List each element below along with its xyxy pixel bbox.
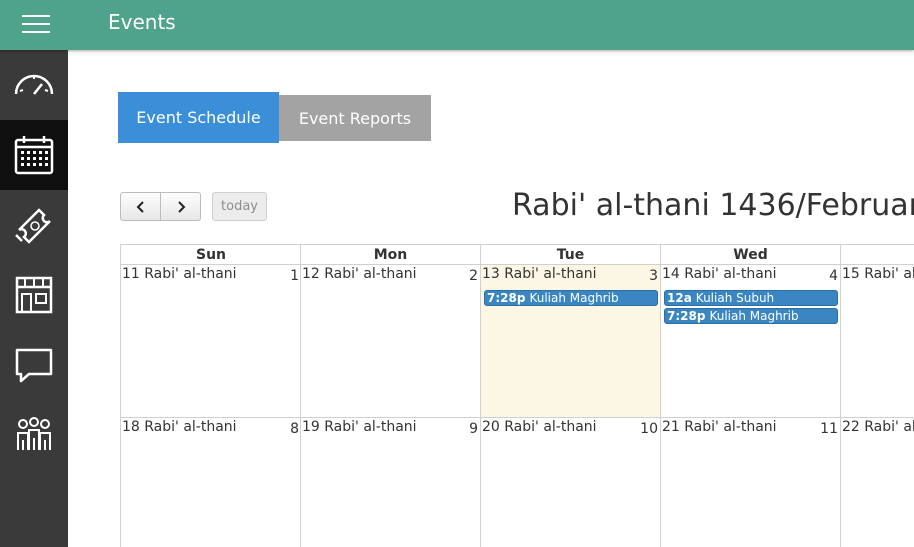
- hamburger-menu-icon[interactable]: [22, 13, 50, 35]
- hijri-date-label: 14 Rabi' al-thani: [662, 266, 777, 282]
- day-cell[interactable]: 20 Rabi' al-thani 10: [480, 418, 660, 547]
- next-button[interactable]: [160, 193, 200, 220]
- day-number[interactable]: 3: [649, 268, 658, 284]
- speedometer-icon: [14, 74, 54, 95]
- day-number[interactable]: 2: [469, 268, 478, 284]
- day-cell[interactable]: 12 Rabi' al-thani 2: [300, 265, 480, 418]
- main-content: Event Schedule Event Reports today Rabi'…: [68, 50, 914, 547]
- sidebar-item-tickets[interactable]: [0, 190, 68, 260]
- sidebar-item-people[interactable]: [0, 400, 68, 470]
- calendar-event[interactable]: 7:28p Kuliah Maghrib: [664, 308, 838, 324]
- day-cell[interactable]: 13 Rabi' al-thani 3 7:28p Kuliah Maghrib: [480, 265, 660, 418]
- day-cell[interactable]: 22 Rabi' al-thani12: [840, 418, 914, 547]
- today-button[interactable]: today: [212, 192, 267, 221]
- day-cell[interactable]: 21 Rabi' al-thani 11: [660, 418, 840, 547]
- day-header-mon: Mon: [300, 244, 480, 265]
- day-header-tue: Tue: [480, 244, 660, 265]
- day-number[interactable]: 4: [829, 268, 838, 284]
- prev-button[interactable]: [121, 193, 160, 220]
- day-header-wed: Wed: [660, 244, 840, 265]
- chevron-left-icon: [136, 200, 144, 213]
- storefront-icon: [15, 276, 53, 314]
- day-cell[interactable]: 18 Rabi' al-thani 8: [120, 418, 301, 547]
- ticket-icon: [15, 208, 51, 244]
- tab-event-reports[interactable]: Event Reports: [279, 95, 431, 141]
- calendar-title: Rabi' al-thani 1436/February: [512, 188, 914, 223]
- day-number[interactable]: 8: [290, 421, 299, 437]
- calendar-grid: SunMonTueWedThu 11 Rabi' al-thani 112 Rabi…: [120, 244, 914, 547]
- event-title: Kuliah Maghrib: [529, 291, 619, 305]
- sidebar: [0, 50, 68, 547]
- people-group-icon: [17, 417, 51, 450]
- day-header-sun: Sun: [120, 244, 301, 265]
- hijri-date-label: 13 Rabi' al-thani: [482, 266, 597, 282]
- chat-bubble-icon: [15, 348, 53, 383]
- day-cell[interactable]: 19 Rabi' al-thani 9: [300, 418, 480, 547]
- calendar-event[interactable]: 7:28p Kuliah Maghrib: [484, 290, 658, 306]
- event-time: 7:28p: [487, 291, 526, 305]
- hijri-date-label: 15 Rabi' al-thani: [842, 266, 914, 282]
- sidebar-item-events[interactable]: [0, 120, 68, 190]
- sidebar-item-store[interactable]: [0, 260, 68, 330]
- top-bar: Events: [0, 0, 914, 50]
- tab-event-schedule[interactable]: Event Schedule: [118, 92, 279, 143]
- day-number[interactable]: 10: [640, 421, 658, 437]
- hijri-date-label: 18 Rabi' al-thani: [122, 419, 237, 435]
- event-title: Kuliah Subuh: [695, 291, 775, 305]
- hijri-date-label: 22 Rabi' al-thani: [842, 419, 914, 435]
- day-number[interactable]: 9: [469, 421, 478, 437]
- day-number[interactable]: 11: [820, 421, 838, 437]
- calendar-event[interactable]: 12a Kuliah Subuh: [664, 290, 838, 306]
- event-time: 7:28p: [667, 309, 706, 323]
- day-cell[interactable]: 11 Rabi' al-thani 1: [120, 265, 301, 418]
- day-cell[interactable]: 15 Rabi' al-thani5: [840, 265, 914, 418]
- day-cell[interactable]: 14 Rabi' al-thani 4 12a Kuliah Subuh 7:28p Ku…: [660, 265, 840, 418]
- hijri-date-label: 21 Rabi' al-thani: [662, 419, 777, 435]
- hijri-date-label: 20 Rabi' al-thani: [482, 419, 597, 435]
- calendar-icon: [14, 136, 54, 175]
- chevron-right-icon: [177, 200, 185, 213]
- hijri-date-label: 19 Rabi' al-thani: [302, 419, 417, 435]
- sidebar-item-messages[interactable]: [0, 330, 68, 400]
- calendar-nav-group: [120, 192, 201, 221]
- event-title: Kuliah Maghrib: [709, 309, 799, 323]
- sidebar-item-dashboard[interactable]: [0, 50, 68, 120]
- page-title: Events: [108, 10, 176, 34]
- day-number[interactable]: 1: [290, 268, 299, 284]
- event-time: 12a: [667, 291, 692, 305]
- hijri-date-label: 11 Rabi' al-thani: [122, 266, 237, 282]
- hijri-date-label: 12 Rabi' al-thani: [302, 266, 417, 282]
- day-header-thu: Thu: [840, 244, 914, 265]
